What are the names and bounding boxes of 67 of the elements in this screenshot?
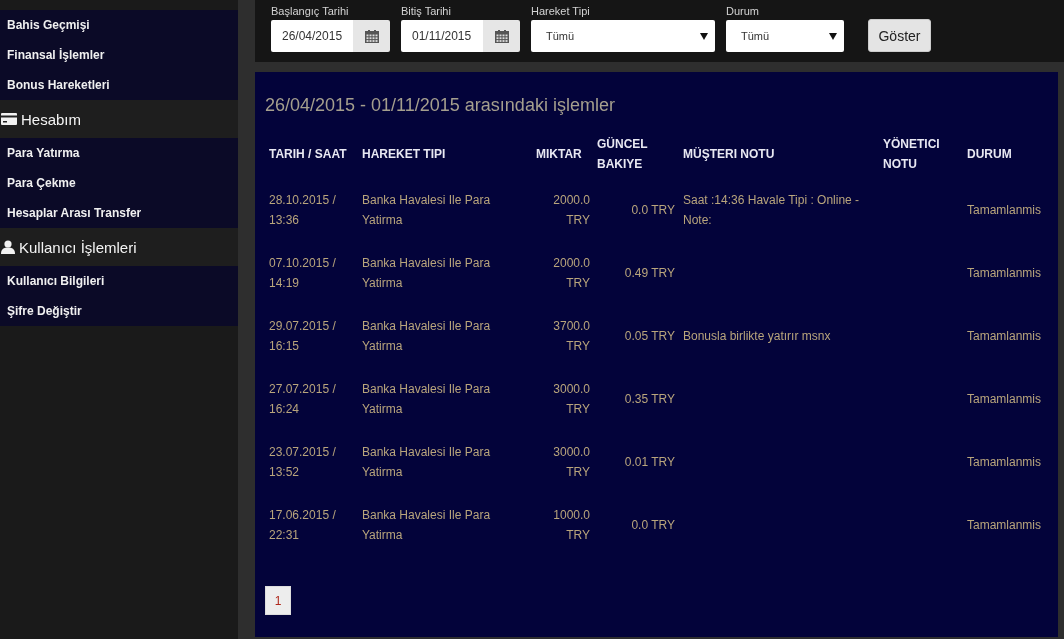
column-header: TARIH / SAAT [268,146,348,163]
table-cell-text: Banka Havalesi Ile Para Yatirma [361,380,492,418]
caret-icon [700,32,708,40]
sidebar-item[interactable]: Para Yatırma [0,138,238,168]
table-cell-text: Tamamlanmis [966,201,1042,219]
date-field[interactable]: 01/11/2015 [401,20,483,52]
table-cell-text: 23.07.2015 / 13:52 [268,443,337,481]
table-cell-text: Banka Havalesi Ile Para Yatirma [361,254,492,292]
table-cell-text: Banka Havalesi Ile Para Yatirma [361,443,492,481]
column-header: MIKTAR [536,146,583,163]
table-cell-text: 0.05 TRY [623,327,676,345]
user-icon [1,240,15,254]
table-cell-text: 0.35 TRY [623,390,676,408]
panel-title: 26/04/2015 - 01/11/2015 arasındaki işlemler [265,94,616,116]
select-field[interactable]: Tümü [531,20,715,52]
table-cell-text: 0.0 TRY [630,516,676,534]
sidebar-item[interactable]: Para Çekme [0,168,238,198]
table-cell-text: 27.07.2015 / 16:24 [268,380,337,418]
table-cell-text: 28.10.2015 / 13:36 [268,191,337,229]
sidebar-item[interactable]: Kullanıcı Bilgileri [0,266,238,296]
table-cell-text: 0.49 TRY [623,264,676,282]
column-header: MÜŞTERI NOTU [682,146,776,163]
select-field[interactable]: Tümü [726,20,844,52]
column-header: GÜNCEL BAKIYE [596,136,649,173]
sidebar-heading-text: Hesabım [21,110,82,128]
table-cell-text: Tamamlanmis [966,390,1042,408]
table-cell-text: Saat :14:36 Havale Tipi : Online - Note: [682,191,861,229]
field-label: Başlangıç Tarihi [271,4,350,18]
sidebar-item[interactable]: Hesaplar Arası Transfer [0,198,238,228]
column-header: DURUM [966,146,1013,163]
table-cell-text: 3000.0 TRY [552,380,591,418]
table-cell-text: 29.07.2015 / 16:15 [268,317,337,355]
calendar-icon [494,29,509,43]
sidebar-heading-text: Kullanıcı İşlemleri [19,238,137,256]
table-cell-text: Banka Havalesi Ile Para Yatirma [361,191,492,229]
table-cell-text: Tamamlanmis [966,516,1042,534]
caret-icon [829,32,837,40]
field-label: Durum [726,4,760,18]
sidebar-item[interactable]: Bahis Geçmişi [0,10,238,40]
field-label: Hareket Tipi [531,4,591,18]
table-cell-text: 3000.0 TRY [552,443,591,481]
calendar-button[interactable] [353,20,390,52]
table-cell-text: Tamamlanmis [966,264,1042,282]
table-cell-text: 0.0 TRY [630,201,676,219]
sidebar-item[interactable]: Finansal İşlemler [0,40,238,70]
table-cell-text: Bonusla birlikte yatırır msnx [682,327,832,345]
field-label: Bitiş Tarihi [401,4,452,18]
page-button[interactable]: 1 [265,586,291,615]
calendar-button[interactable] [483,20,520,52]
date-field[interactable]: 26/04/2015 [271,20,353,52]
table-cell-text: Banka Havalesi Ile Para Yatirma [361,317,492,355]
table-cell-text: 0.01 TRY [623,453,676,471]
sidebar-item[interactable]: Şifre Değiştir [0,296,238,326]
show-button[interactable]: Göster [868,19,931,52]
table-cell-text: 3700.0 TRY [552,317,591,355]
column-header: YÖNETICI NOTU [882,136,941,173]
sidebar-item[interactable]: Bonus Hareketleri [0,70,238,100]
column-header: HAREKET TIPI [358,130,536,178]
table-cell-text: 17.06.2015 / 22:31 [268,506,337,544]
table-cell-text: Tamamlanmis [966,327,1042,345]
table-cell-text: Tamamlanmis [966,453,1042,471]
table-cell-text: 1000.0 TRY [552,506,591,544]
table-cell-text: Banka Havalesi Ile Para Yatirma [361,506,492,544]
table-cell-text: 2000.0 TRY [552,254,591,292]
table-cell-text: 07.10.2015 / 14:19 [268,254,337,292]
table-cell-text: 2000.0 TRY [552,191,591,229]
calendar-icon [364,29,379,43]
